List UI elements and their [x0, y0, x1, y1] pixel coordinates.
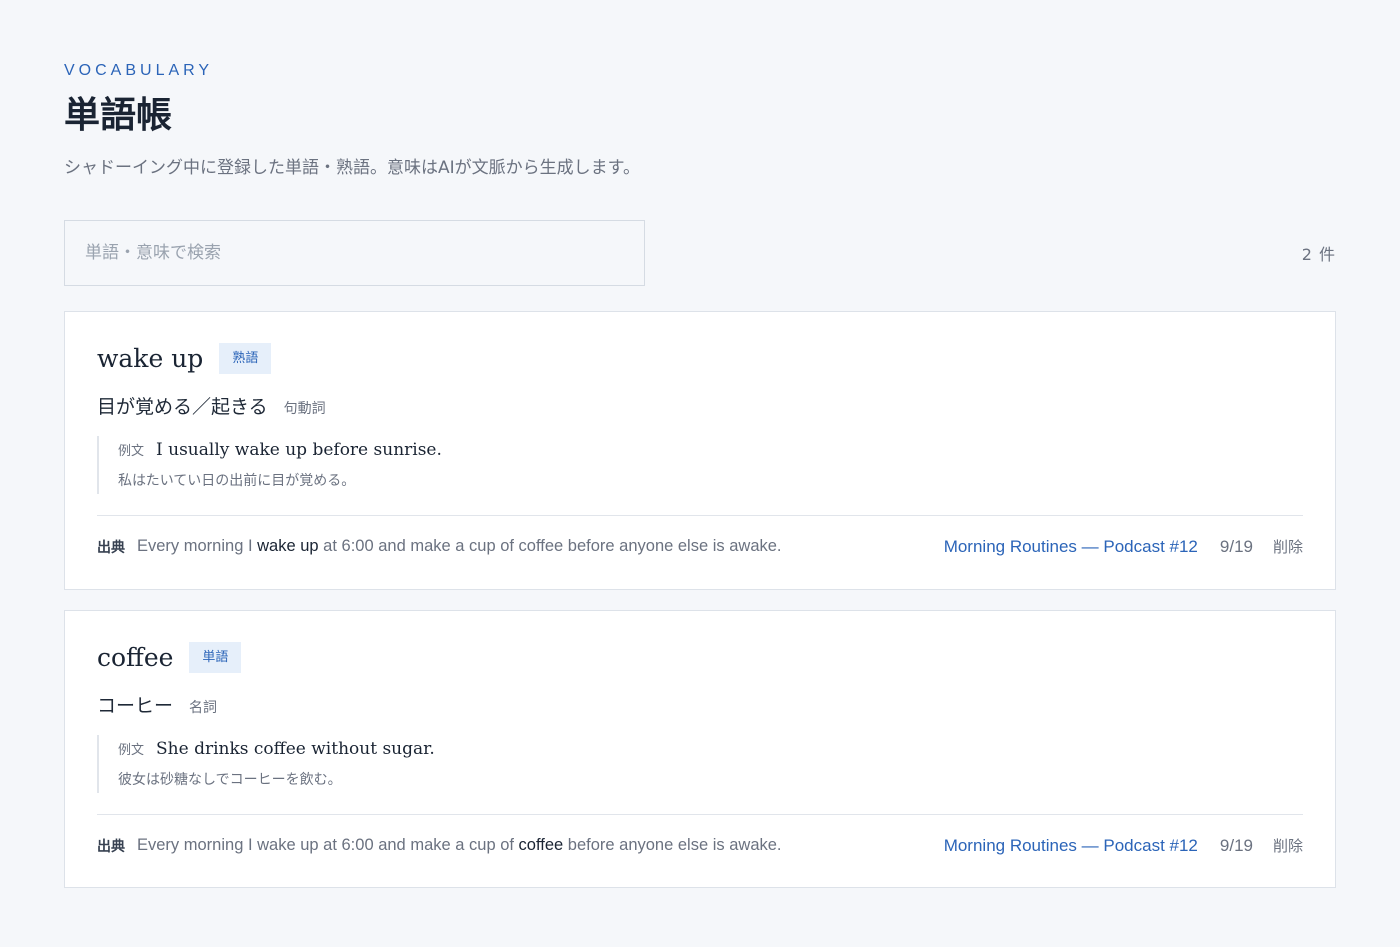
- source-sentence: Every morning I wake up at 6:00 and make…: [137, 836, 944, 855]
- page-title: 単語帳: [64, 94, 173, 136]
- type-badge: 単語: [189, 641, 242, 673]
- source-label: 出典: [97, 539, 125, 556]
- vocab-meaning: 目が覚める／起きる: [97, 396, 268, 419]
- example-label: 例文: [118, 444, 145, 460]
- example-japanese: 私はたいてい日の出前に目が覚める。: [118, 473, 356, 490]
- card-footer: 出典 Every morning I wake up at 6:00 and m…: [97, 515, 1303, 577]
- example-block: 例文 I usually wake up before sunrise. 私はた…: [97, 436, 1303, 495]
- vocabulary-page: VOCABULARY 単語帳 シャドーイング中に登録した単語・熟語。意味はAIが…: [0, 0, 1400, 889]
- vocab-meaning: コーヒー: [97, 695, 174, 718]
- example-label: 例文: [118, 743, 145, 759]
- card-header: coffee 単語: [97, 639, 1303, 675]
- meaning-row: コーヒー 名詞: [97, 691, 1303, 718]
- source-highlight: coffee: [518, 836, 564, 855]
- page-subtitle: シャドーイング中に登録した単語・熟語。意味はAIが文脈から生成します。: [64, 158, 640, 179]
- source-sentence: Every morning I wake up at 6:00 and make…: [137, 537, 944, 556]
- example-line: 例文 I usually wake up before sunrise.: [118, 440, 1303, 460]
- delete-button[interactable]: 削除: [1273, 536, 1303, 557]
- example-english: I usually wake up before sunrise.: [156, 440, 442, 461]
- search-input[interactable]: [64, 220, 645, 287]
- source-text-before: Every morning I: [137, 537, 258, 556]
- source-text-before: Every morning I wake up at 6:00 and make…: [137, 836, 519, 855]
- source-text-after: before anyone else is awake.: [563, 836, 782, 855]
- example-english: She drinks coffee without sugar.: [156, 739, 435, 760]
- vocab-card: coffee 単語 コーヒー 名詞 例文 She drinks coffee w…: [64, 610, 1336, 889]
- section-eyebrow: VOCABULARY: [64, 62, 214, 79]
- added-date: 9/19: [1219, 835, 1253, 855]
- example-block: 例文 She drinks coffee without sugar. 彼女は砂…: [97, 735, 1303, 794]
- card-footer: 出典 Every morning I wake up at 6:00 and m…: [97, 814, 1303, 876]
- vocab-word: wake up: [97, 343, 204, 373]
- toolbar: 2 件: [64, 220, 1336, 287]
- vocab-card: wake up 熟語 目が覚める／起きる 句動詞 例文 I usually wa…: [64, 311, 1336, 591]
- card-header: wake up 熟語: [97, 340, 1303, 376]
- source-text-after: at 6:00 and make a cup of coffee before …: [318, 537, 782, 556]
- added-date: 9/19: [1219, 536, 1253, 556]
- source-link[interactable]: Morning Routines — Podcast #12: [944, 836, 1198, 856]
- type-badge: 熟語: [219, 342, 272, 374]
- example-japanese: 彼女は砂糖なしでコーヒーを飲む。: [118, 772, 342, 789]
- part-of-speech: 名詞: [189, 700, 218, 717]
- delete-button[interactable]: 削除: [1273, 835, 1303, 856]
- entry-count: 2 件: [1301, 245, 1336, 265]
- part-of-speech: 句動詞: [283, 401, 326, 418]
- source-highlight: wake up: [257, 537, 319, 556]
- vocab-word: coffee: [97, 642, 174, 672]
- source-link[interactable]: Morning Routines — Podcast #12: [944, 537, 1198, 557]
- example-line: 例文 She drinks coffee without sugar.: [118, 739, 1303, 759]
- meaning-row: 目が覚める／起きる 句動詞: [97, 392, 1303, 419]
- source-label: 出典: [97, 838, 125, 855]
